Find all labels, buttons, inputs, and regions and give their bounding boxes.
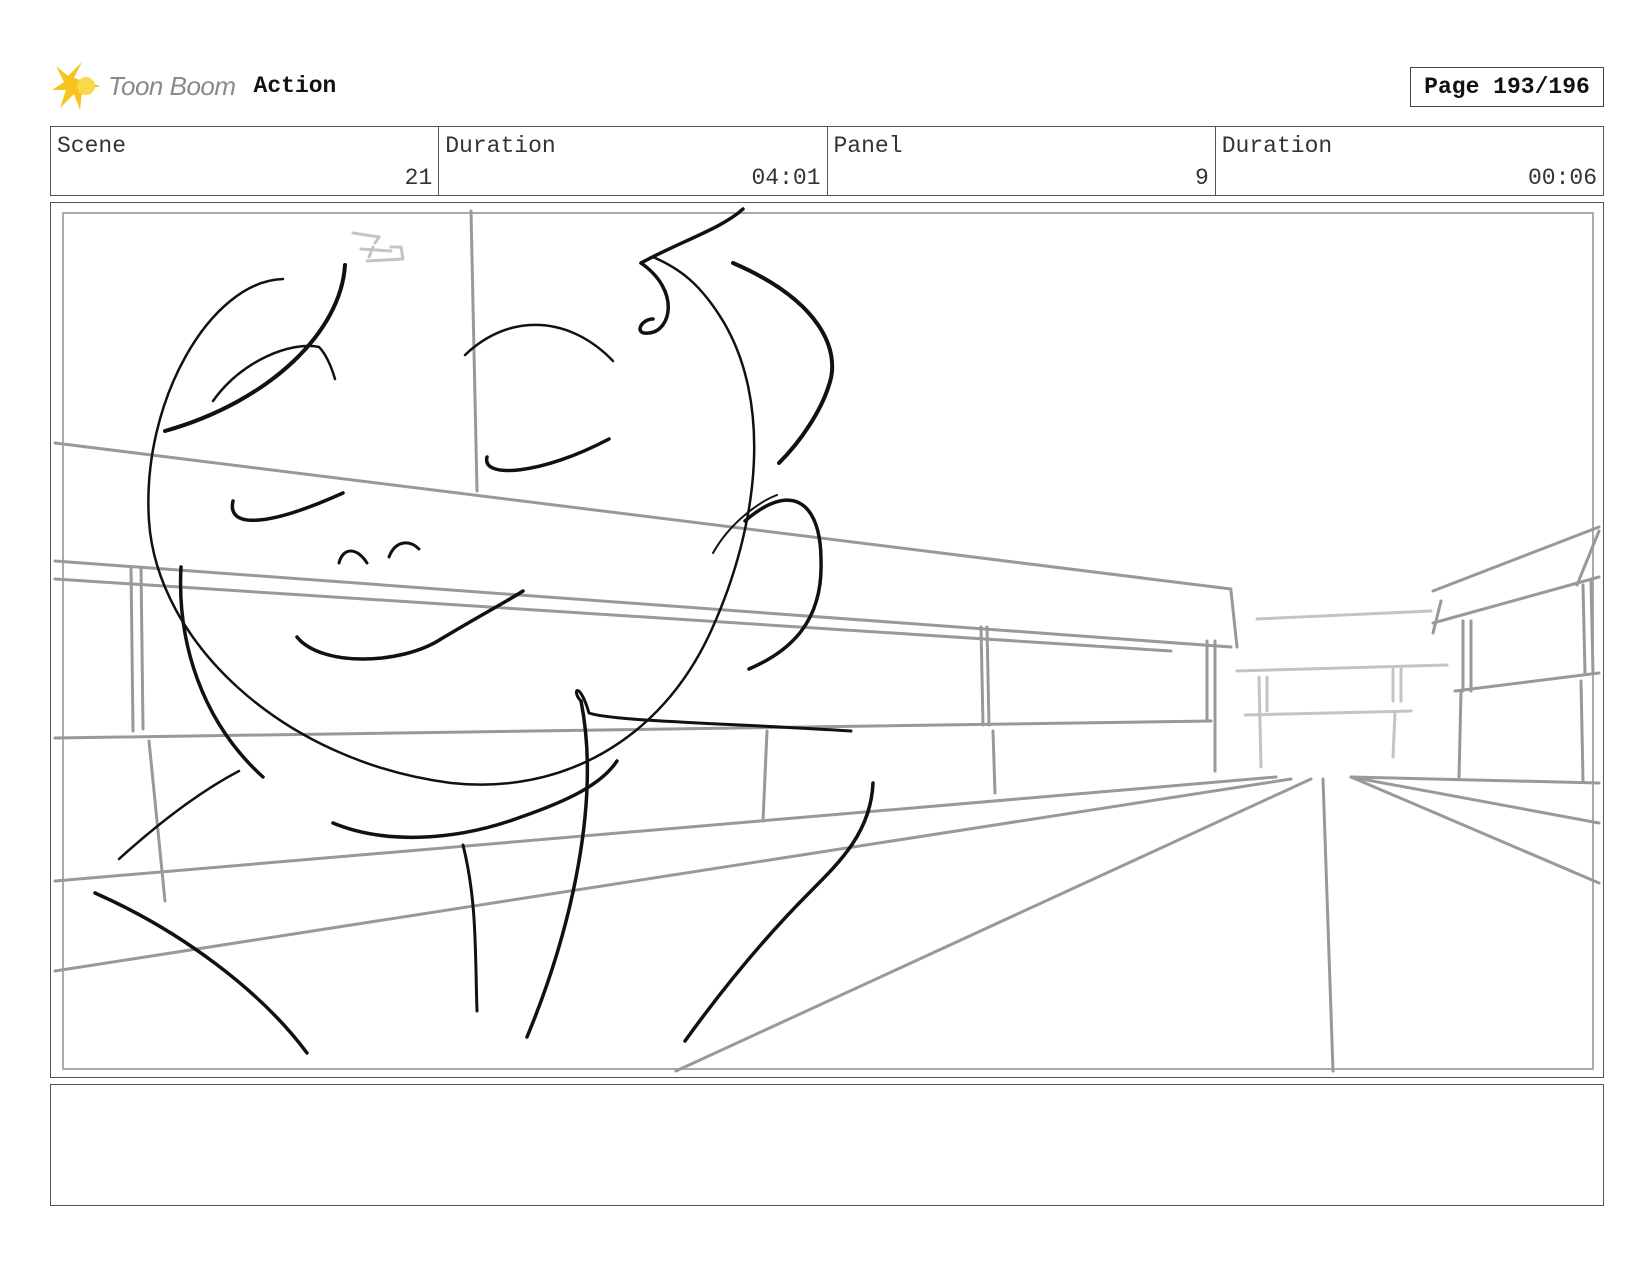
shoulder-left-upper: [117, 769, 241, 861]
panel-cell: Panel 9: [828, 127, 1216, 195]
left-closed-eye: [485, 437, 611, 473]
character-sketch: [93, 207, 875, 1055]
scene-duration-value: 04:01: [751, 165, 821, 191]
panel-label: Panel: [833, 133, 903, 159]
hair-tuft-right: [731, 261, 835, 465]
starburst-icon: [52, 62, 100, 110]
head-tuft: [639, 207, 745, 265]
scene-info-table: Scene 21 Duration 04:01 Panel 9 Duration…: [50, 126, 1604, 196]
head-outline: [147, 255, 756, 786]
panel-sketch: [53, 207, 1601, 1073]
shoulder-left: [93, 891, 309, 1055]
neck-line: [574, 689, 853, 733]
scene-duration-cell: Duration 04:01: [439, 127, 828, 195]
panel-notes-box[interactable]: [50, 1084, 1604, 1206]
panel-duration-cell: Duration 00:06: [1216, 127, 1603, 195]
left-eye-brow: [463, 323, 615, 363]
scene-label: Scene: [57, 133, 127, 159]
cheek-lower: [331, 759, 619, 840]
right-closed-eye: [230, 491, 345, 523]
scene-cell: Scene 21: [51, 127, 440, 195]
storyboard-panel: [50, 202, 1604, 1078]
panel-value: 9: [1194, 165, 1209, 191]
scene-duration-label: Duration: [445, 133, 556, 159]
neck-front: [525, 699, 590, 1039]
collar: [461, 843, 479, 1013]
head-curl: [638, 261, 670, 335]
brand-name: Toon Boom: [108, 70, 236, 101]
document-type: Action: [253, 73, 337, 99]
panel-duration-label: Duration: [1221, 133, 1333, 159]
toon-boom-logo: Toon Boom Action: [52, 58, 336, 114]
hair-strand: [211, 344, 337, 403]
scene-value: 21: [404, 165, 433, 191]
page-number: Page 193/196: [1410, 67, 1604, 107]
shoulder-right: [683, 781, 875, 1043]
panel-duration-value: 00:06: [1527, 165, 1597, 191]
nose: [337, 541, 421, 565]
ear: [743, 498, 823, 671]
